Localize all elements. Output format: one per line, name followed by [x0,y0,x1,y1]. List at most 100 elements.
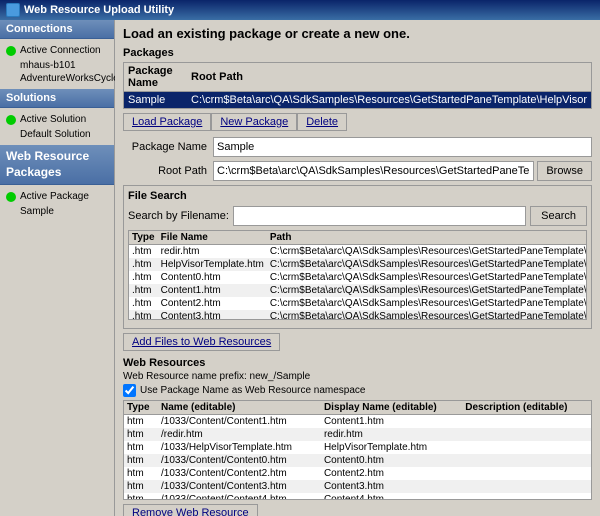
file-name: HelpVisorTemplate.htm [158,258,267,271]
file-name: Content3.htm [158,310,267,320]
wr-display[interactable]: Content0.htm [321,454,462,467]
wr-desc[interactable] [462,480,591,493]
wr-type: htm [124,493,158,500]
table-row[interactable]: htm /1033/Content/Content4.htm Content4.… [124,493,591,500]
table-row[interactable]: .htm HelpVisorTemplate.htm C:\crm$Beta\a… [129,258,587,271]
table-row[interactable]: htm /redir.htm redir.htm [124,428,591,441]
table-row[interactable]: htm /1033/Content/Content2.htm Content2.… [124,467,591,480]
table-row[interactable]: .htm Content2.htm C:\crm$Beta\arc\QA\Sdk… [129,297,587,310]
wr-type: htm [124,467,158,480]
connections-header: Connections [0,20,114,39]
page-title: Load an existing package or create a new… [123,26,592,41]
connections-content: Active Connection mhaus-b101 AdventureWo… [0,39,114,89]
file-name: Content0.htm [158,271,267,284]
wr-name[interactable]: /1033/Content/Content3.htm [158,480,321,493]
table-row[interactable]: htm /1033/Content/Content3.htm Content3.… [124,480,591,493]
wr-display[interactable]: HelpVisorTemplate.htm [321,441,462,454]
remove-web-resource-button[interactable]: Remove Web Resource [123,504,258,516]
wr-display[interactable]: Content3.htm [321,480,462,493]
search-by-label: Search by Filename: [128,210,229,222]
package-path-cell: C:\crm$Beta\arc\QA\SdkSamples\Resources\… [187,92,591,109]
wr-name[interactable]: /1033/Content/Content1.htm [158,415,321,429]
file-type: .htm [129,258,158,271]
add-files-button[interactable]: Add Files to Web Resources [123,333,280,351]
wr-desc[interactable] [462,428,591,441]
wr-desc[interactable] [462,454,591,467]
active-solution-label: Active Solution [20,114,86,126]
file-search-section: File Search Search by Filename: Search T… [123,185,592,329]
package-name-sidebar[interactable]: Sample [6,205,108,218]
file-type: .htm [129,310,158,320]
wr-display[interactable]: Content4.htm [321,493,462,500]
namespace-checkbox[interactable] [123,384,136,397]
col-package-name: Package Name [124,63,187,92]
connection-sub[interactable]: AdventureWorksCycle [6,72,108,85]
active-connection-item: Active Connection [6,43,108,59]
load-package-button[interactable]: Load Package [123,113,211,131]
col-root-path: Root Path [187,63,591,92]
sidebar: Connections Active Connection mhaus-b101… [0,20,115,516]
app-icon [6,3,20,17]
wr-name[interactable]: /1033/HelpVisorTemplate.htm [158,441,321,454]
wr-name[interactable]: /1033/Content/Content0.htm [158,454,321,467]
packages-header: Web Resource Packages [0,145,114,185]
table-row[interactable]: htm /1033/Content/Content0.htm Content0.… [124,454,591,467]
wr-name[interactable]: /1033/Content/Content4.htm [158,493,321,500]
table-row[interactable]: Sample C:\crm$Beta\arc\QA\SdkSamples\Res… [124,92,591,109]
wr-name[interactable]: /1033/Content/Content2.htm [158,467,321,480]
solutions-content: Active Solution Default Solution [0,108,114,145]
table-row[interactable]: htm /1033/Content/Content1.htm Content1.… [124,415,591,429]
web-resources-header: Web Resources [123,357,592,369]
packages-table-container: Package Name Root Path Sample C:\crm$Bet… [123,62,592,109]
table-row[interactable]: .htm Content3.htm C:\crm$Beta\arc\QA\Sdk… [129,310,587,320]
file-search-header: File Search [128,190,587,202]
wr-display[interactable]: redir.htm [321,428,462,441]
delete-button[interactable]: Delete [297,113,347,131]
solutions-header: Solutions [0,89,114,108]
wr-display[interactable]: Content1.htm [321,415,462,429]
package-name-label: Package Name [123,141,213,153]
wr-col-type: Type [124,401,158,415]
wr-type: htm [124,454,158,467]
package-name-input[interactable] [213,137,592,157]
browse-button[interactable]: Browse [537,161,592,181]
namespace-checkbox-row: Use Package Name as Web Resource namespa… [123,384,592,397]
file-path: C:\crm$Beta\arc\QA\SdkSamples\Resources\… [267,258,587,271]
search-button[interactable]: Search [530,206,587,226]
file-path: C:\crm$Beta\arc\QA\SdkSamples\Resources\… [267,310,587,320]
package-name-row: Package Name [123,137,592,157]
wr-display[interactable]: Content2.htm [321,467,462,480]
wr-desc[interactable] [462,441,591,454]
wr-type: htm [124,428,158,441]
wr-name[interactable]: /redir.htm [158,428,321,441]
file-type: .htm [129,284,158,297]
connection-name[interactable]: mhaus-b101 [6,59,108,72]
table-row[interactable]: .htm redir.htm C:\crm$Beta\arc\QA\SdkSam… [129,245,587,259]
wr-desc[interactable] [462,415,591,429]
wr-table: Type Name (editable) Display Name (edita… [124,401,591,500]
solutions-section: Solutions Active Solution Default Soluti… [0,89,114,145]
packages-section: Web Resource Packages Active Package Sam… [0,145,114,222]
toolbar-buttons: Load Package New Package Delete [123,113,592,131]
namespace-checkbox-label: Use Package Name as Web Resource namespa… [140,385,365,396]
new-package-button[interactable]: New Package [211,113,297,131]
package-name-cell: Sample [124,92,187,109]
table-row[interactable]: .htm Content0.htm C:\crm$Beta\arc\QA\Sdk… [129,271,587,284]
wr-desc[interactable] [462,467,591,480]
col-path: Path [267,231,587,245]
file-path: C:\crm$Beta\arc\QA\SdkSamples\Resources\… [267,284,587,297]
window-title: Web Resource Upload Utility [24,4,174,16]
active-solution-item: Active Solution [6,112,108,128]
file-name: Content1.htm [158,284,267,297]
solution-name[interactable]: Default Solution [6,128,108,141]
root-path-label: Root Path [123,165,213,177]
web-resources-section: Web Resources Web Resource name prefix: … [123,357,592,500]
wr-desc[interactable] [462,493,591,500]
root-path-input[interactable] [213,161,534,181]
wr-type: htm [124,441,158,454]
file-type: .htm [129,297,158,310]
table-row[interactable]: .htm Content1.htm C:\crm$Beta\arc\QA\Sdk… [129,284,587,297]
search-input[interactable] [233,206,526,226]
table-row[interactable]: htm /1033/HelpVisorTemplate.htm HelpViso… [124,441,591,454]
solution-status-indicator [6,115,16,125]
